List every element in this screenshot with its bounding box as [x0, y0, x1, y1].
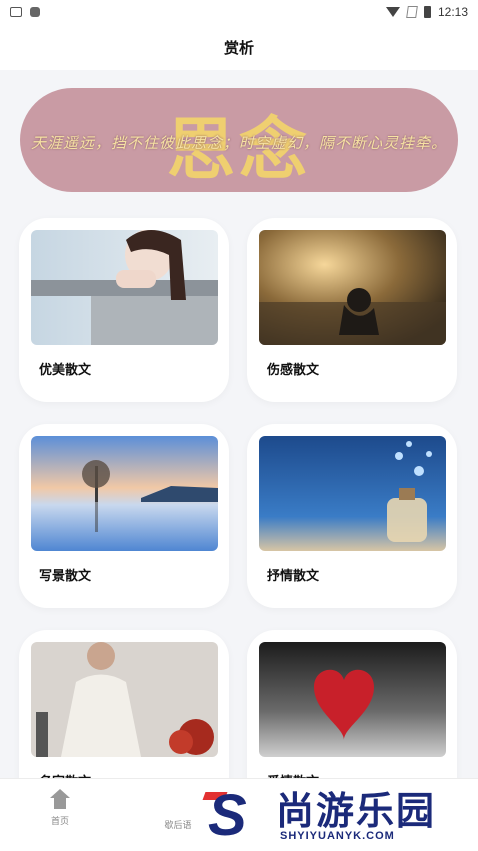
status-time: 12:13 [437, 5, 468, 19]
card-image-lake-tree [31, 436, 218, 551]
tab-xiehouyu[interactable]: 歇后语 [148, 797, 208, 831]
header: 赏析 [0, 24, 478, 70]
tab-home[interactable]: 首页 [30, 789, 90, 827]
card-image-gentleman [31, 642, 218, 757]
category-card-landscape[interactable]: 写景散文 [19, 424, 229, 608]
card-image-girl-railing [31, 230, 218, 345]
category-card-sad[interactable]: 伤感散文 [247, 218, 457, 402]
card-label: 优美散文 [39, 363, 92, 378]
grid-icon [169, 797, 187, 815]
card-image-bottle-hearts [259, 436, 446, 551]
banner[interactable]: 思念 天涯遥远，挡不住彼此思念；时空虚幻，隔不断心灵挂牵。 [20, 88, 458, 192]
wifi-icon [385, 7, 400, 17]
app-notification-icon [30, 7, 40, 17]
category-card-beautiful[interactable]: 优美散文 [19, 218, 229, 402]
tab-label: 歇后语 [164, 821, 192, 831]
status-bar: 12:13 [0, 0, 478, 24]
battery-icon [423, 6, 431, 18]
image-notification-icon [10, 7, 22, 17]
logo-letter: S [208, 783, 247, 848]
no-sim-icon [406, 6, 418, 18]
card-label: 写景散文 [39, 569, 92, 584]
card-image-red-heart [259, 642, 446, 757]
card-label: 伤感散文 [267, 363, 320, 378]
site-watermark-logo: S 尚游乐园 SHYIYUANYK.COM [200, 778, 478, 850]
category-card-lyrical[interactable]: 抒情散文 [247, 424, 457, 608]
banner-quote: 天涯遥远，挡不住彼此思念；时空虚幻，隔不断心灵挂牵。 [30, 134, 447, 152]
tab-label: 首页 [50, 817, 69, 827]
card-label: 抒情散文 [267, 569, 320, 584]
logo-brand: 尚游乐园 [276, 789, 437, 833]
card-image-sunset-figure [259, 230, 446, 345]
home-icon [50, 789, 70, 811]
page-title: 赏析 [223, 38, 254, 57]
logo-url: SHYIYUANYK.COM [280, 830, 395, 842]
